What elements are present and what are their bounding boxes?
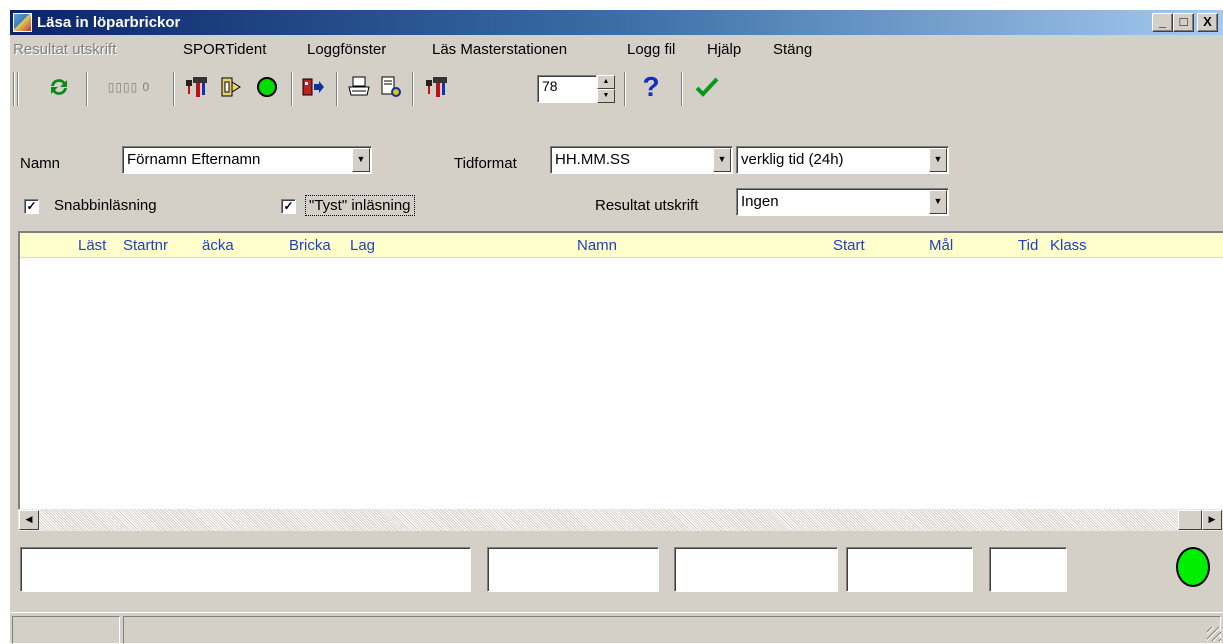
spin-down-button[interactable]: ▼ <box>597 89 615 103</box>
bottom-field-3[interactable] <box>674 547 838 592</box>
silent-label[interactable]: "Tyst" inläsning <box>305 195 415 216</box>
timeformat-label: Tidformat <box>454 155 517 172</box>
reader-icon[interactable] <box>216 70 246 104</box>
bottom-field-4[interactable] <box>846 547 973 592</box>
timemode-value: verklig tid (24h) <box>741 151 844 168</box>
col-header-stracka[interactable]: äcka <box>202 237 234 254</box>
silent-checkbox[interactable]: ✓ <box>281 199 296 214</box>
station-settings-icon[interactable] <box>422 70 452 104</box>
name-format-select[interactable]: Förnamn Efternamn ▼ <box>122 146 372 174</box>
bottom-field-2[interactable] <box>487 547 659 592</box>
menu-hjalp[interactable]: Hjälp <box>707 41 741 58</box>
minimize-button[interactable]: _ <box>1152 13 1173 32</box>
chevron-down-icon[interactable]: ▼ <box>929 190 947 214</box>
name-label: Namn <box>20 155 61 172</box>
toolbar-separator <box>173 72 175 106</box>
menu-bar: Resultat utskrift SPORTident Loggfönster… <box>10 35 1223 62</box>
bottom-field-5[interactable] <box>989 547 1067 592</box>
bottom-field-1[interactable] <box>20 547 471 592</box>
scroll-thumb[interactable] <box>1178 510 1202 530</box>
timemode-select[interactable]: verklig tid (24h) ▼ <box>736 146 949 174</box>
refresh-icon[interactable] <box>44 70 74 104</box>
horizontal-scrollbar[interactable]: ◀ ▶ <box>18 509 1223 531</box>
grid-header: Läst Startnr äcka Bricka Lag Namn Start … <box>20 233 1223 258</box>
toolbar-separator <box>624 72 626 106</box>
green-dot-icon[interactable] <box>252 70 282 104</box>
title-bar[interactable]: Läsa in löparbrickor _ □ X <box>10 10 1223 35</box>
chevron-down-icon[interactable]: ▼ <box>929 148 947 172</box>
menu-resultat-utskrift[interactable]: Resultat utskrift <box>13 41 116 58</box>
status-bar <box>10 612 1223 644</box>
quickread-checkbox[interactable]: ✓ <box>24 199 39 214</box>
maximize-button[interactable]: □ <box>1173 13 1194 32</box>
col-header-mal[interactable]: Mål <box>929 237 953 254</box>
print-value: Ingen <box>741 193 779 210</box>
col-header-start[interactable]: Start <box>833 237 865 254</box>
print-select[interactable]: Ingen ▼ <box>736 188 949 216</box>
toolbar-separator <box>336 72 338 106</box>
station-icon[interactable] <box>182 70 212 104</box>
toolbar-grip <box>17 72 19 106</box>
status-indicator-icon <box>1176 547 1210 587</box>
menu-stang[interactable]: Stäng <box>773 41 812 58</box>
toolbar-separator <box>681 72 683 106</box>
status-pane-1 <box>12 616 120 644</box>
col-header-last[interactable]: Läst <box>78 237 106 254</box>
quickread-label[interactable]: Snabbinläsning <box>54 197 157 214</box>
main-window: Läsa in löparbrickor _ □ X Resultat utsk… <box>10 10 1223 644</box>
chevron-down-icon[interactable]: ▼ <box>713 148 731 172</box>
col-header-klass[interactable]: Klass <box>1050 237 1087 254</box>
scroll-left-button[interactable]: ◀ <box>19 510 39 530</box>
timeformat-value: HH.MM.SS <box>555 151 630 168</box>
toolbar-grip <box>13 72 15 106</box>
print-preview-icon[interactable] <box>376 70 406 104</box>
menu-loggfonster[interactable]: Loggfönster <box>307 41 386 58</box>
menu-logg-fil[interactable]: Logg fil <box>627 41 675 58</box>
window-title: Läsa in löparbrickor <box>37 14 181 31</box>
results-grid[interactable]: Läst Startnr äcka Bricka Lag Namn Start … <box>18 231 1223 509</box>
toolbar-separator <box>291 72 293 106</box>
chevron-down-icon[interactable]: ▼ <box>352 148 370 172</box>
col-header-startnr[interactable]: Startnr <box>123 237 168 254</box>
timeformat-select[interactable]: HH.MM.SS ▼ <box>550 146 733 174</box>
col-header-bricka[interactable]: Bricka <box>289 237 331 254</box>
menu-sportident[interactable]: SPORTident <box>183 41 266 58</box>
app-icon <box>13 13 32 32</box>
col-header-namn[interactable]: Namn <box>577 237 617 254</box>
exit-icon[interactable] <box>298 70 328 104</box>
help-icon[interactable]: ? <box>636 70 666 104</box>
ok-check-icon[interactable] <box>692 70 722 104</box>
menu-las-masterstationen[interactable]: Läs Masterstationen <box>432 41 567 58</box>
status-pane-2 <box>123 616 1221 644</box>
counter-icon: ▯▯▯▯ 0 <box>107 80 151 94</box>
col-header-tid[interactable]: Tid <box>1018 237 1038 254</box>
spin-buttons: ▲ ▼ <box>597 75 615 103</box>
print-label: Resultat utskrift <box>595 197 699 214</box>
resize-grip-icon[interactable] <box>1207 627 1221 641</box>
toolbar-separator <box>412 72 414 106</box>
close-button[interactable]: X <box>1197 13 1218 32</box>
counter-label: 0 <box>142 80 151 94</box>
col-header-lag[interactable]: Lag <box>350 237 375 254</box>
spin-up-button[interactable]: ▲ <box>597 75 615 89</box>
toolbar: ▯▯▯▯ 0 78 ▲ ▼ ? <box>10 62 1223 114</box>
scroll-right-button[interactable]: ▶ <box>1202 510 1222 530</box>
spin-value-input[interactable]: 78 <box>537 75 597 103</box>
toolbar-separator <box>86 72 88 106</box>
name-format-value: Förnamn Efternamn <box>127 151 261 168</box>
print-icon[interactable] <box>344 70 374 104</box>
